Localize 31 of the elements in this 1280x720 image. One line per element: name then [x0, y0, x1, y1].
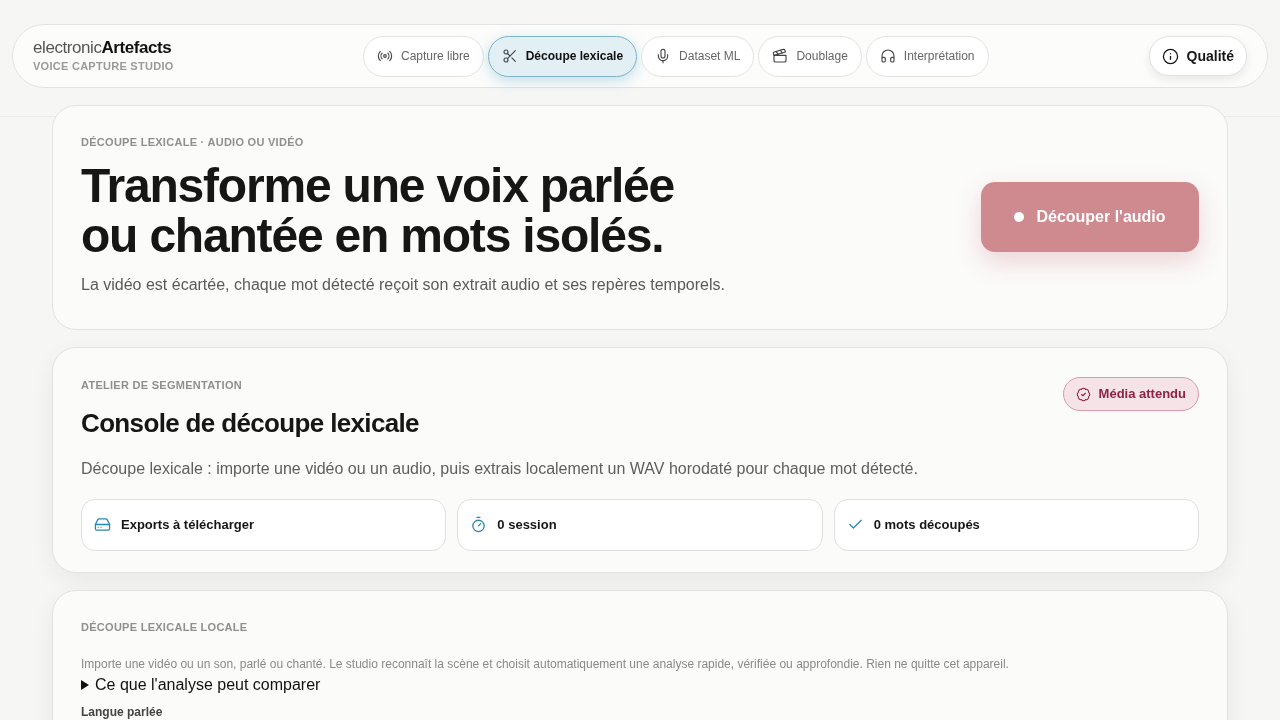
nav-tab[interactable]: Interprétation [865, 35, 989, 77]
status-badge: Média attendu [1062, 377, 1199, 411]
brand-logo: electronicArtefacts [33, 37, 173, 58]
caret-right-icon [81, 679, 89, 690]
console-eyebrow: ATELIER DE SEGMENTATION [81, 378, 243, 393]
badge-check-icon [1075, 386, 1091, 402]
drive-icon [94, 516, 111, 533]
headphones-icon [879, 48, 896, 64]
nav-tab[interactable]: Dataset ML [641, 35, 755, 77]
nav-tab[interactable]: Doublage [758, 35, 862, 77]
local-eyebrow: DÉCOUPE LEXICALE LOCALE [81, 620, 249, 635]
console-description: Découpe lexicale : importe une vidéo ou un audio, puis extrais localement un WAV horodaté pour chaque mot détecté. [81, 458, 919, 479]
details-toggle[interactable]: Ce que l'analyse peut comparer [81, 672, 321, 697]
brand-subtitle: VOICE CAPTURE STUDIO [33, 58, 175, 74]
stat-label: Exports à télécharger [121, 515, 254, 534]
stopwatch-icon [470, 516, 488, 533]
console-title: Console de découpe lexicale [81, 406, 419, 440]
local-description: Importe une vidéo ou un son, parlé ou chanté. Le studio reconnaît la scène et choisit automatiquement une analyse rapide, vérifiée ou approfondie. Rien ne quitte cet appareil. [81, 655, 1010, 673]
nav-tab[interactable]: Capture libre [363, 35, 484, 77]
stat-label: 0 mots découpés [873, 515, 980, 534]
stat-label: 0 session [497, 515, 557, 534]
hero-eyebrow: DÉCOUPE LEXICALE · AUDIO OU VIDÉO [81, 135, 305, 150]
hero-title: Transforme une voix parlée [81, 160, 676, 211]
hero-subtitle: La vidéo est écartée, chaque mot détecté reçoit son extrait audio et ses repères temporels. [81, 274, 726, 295]
quality-button[interactable]: Qualité [1148, 36, 1247, 76]
broadcast-icon [377, 48, 393, 64]
scissors-icon [501, 48, 518, 64]
field-label: Langue parlée [81, 703, 164, 720]
clapperboard-icon [772, 48, 789, 64]
nav-tab[interactable]: Découpe lexicale [487, 35, 638, 77]
info-icon [1161, 47, 1179, 65]
